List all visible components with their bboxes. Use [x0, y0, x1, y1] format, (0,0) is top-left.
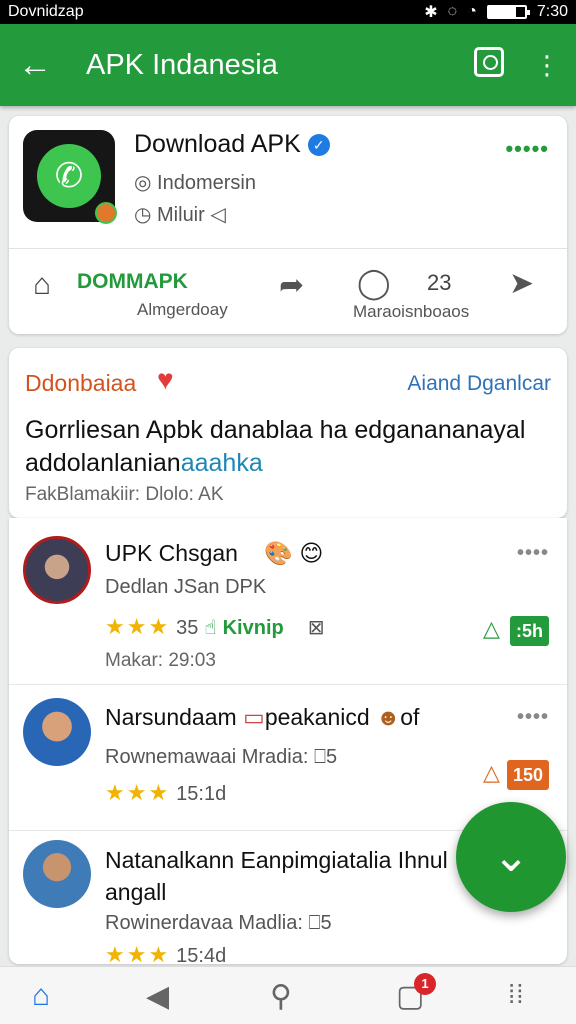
avatar[interactable] — [23, 698, 91, 766]
comment-time: Makar: 29:03 — [105, 650, 216, 671]
vibrate-icon: ◌ — [447, 3, 458, 20]
post-body-link[interactable]: aaahka — [181, 449, 263, 477]
profile-name: Download APK ✓ — [134, 130, 330, 159]
comment-suffix: of — [400, 704, 420, 730]
bluetooth-icon: ✱ — [424, 4, 438, 21]
profile-location: ◎ Indomersin — [134, 172, 256, 194]
face-icon: ☻ — [376, 704, 401, 730]
battery-icon — [486, 5, 530, 19]
comment-icon[interactable]: ◯ — [357, 266, 391, 301]
post-footer: FakBlamakiir: Dlolo: AK — [25, 484, 224, 505]
profile-actions: ⌂ DOMMAPK Almgerdoay ➦ ◯ 23 Maraoisnboao… — [9, 256, 567, 326]
comment-subtitle: Rowinerdavaa Madlia: ⎕5 — [105, 912, 332, 935]
comment-emoji-text: peakanicd — [264, 704, 370, 730]
notification-badge: 1 — [414, 973, 436, 995]
like-icon[interactable]: ☝ — [204, 617, 216, 639]
rating-count: 15:1d — [176, 783, 227, 805]
comment-tag: 150 — [506, 760, 549, 790]
profile-card: ✆ Download APK ✓ ◎ Indomersin ◷ Miluir ◁… — [9, 116, 567, 334]
comment-author-text: Narsundaam — [105, 704, 237, 730]
profile-meta: ◷ Miluir ◁ — [134, 204, 226, 226]
back-triangle-icon[interactable]: ◀ — [146, 979, 169, 1014]
location-text: Indomersin — [157, 172, 256, 194]
status-icons: ✱ ◌ ◔ 7:30 — [424, 2, 568, 22]
comment-count: 23 — [427, 270, 452, 295]
comment-author: UPK Chsgan 🎨 😊 — [105, 540, 323, 567]
send-icon[interactable]: ➤ — [509, 266, 534, 301]
comment-tag-label: Kivnip — [222, 617, 284, 639]
image-icon: ⊠ — [307, 617, 325, 639]
chevron-down-icon: ⌄ — [492, 832, 530, 881]
comment-more-button[interactable]: •••• — [517, 706, 549, 729]
download-sublabel: Almgerdoay — [137, 300, 228, 319]
post-body: Gorrliesan Apbk danablaa ha edganananaya… — [25, 414, 555, 480]
avatar[interactable] — [23, 840, 91, 908]
comment-more-button[interactable]: •••• — [517, 542, 549, 565]
comment-sublabel: Maraoisnboaos — [353, 302, 470, 321]
status-bar: Dovnidzap ✱ ◌ ◔ 7:30 — [0, 0, 576, 24]
comment-subtitle: Dedlan JSan DPK — [105, 576, 267, 598]
profile-more-button[interactable]: ••••• — [505, 136, 549, 162]
stars-text: ★★★ — [105, 614, 171, 639]
search-nav-icon[interactable]: ⚲ — [270, 979, 292, 1014]
stars-text: ★★★ — [105, 942, 171, 964]
post-body-text: Gorrliesan Apbk danablaa ha edganananaya… — [25, 416, 526, 477]
home-outline-icon[interactable]: ⌂ — [33, 268, 51, 302]
comment-subtitle-text: Rownemawaai Mradia: — [105, 746, 309, 768]
wifi-icon: ◔ — [467, 3, 477, 20]
rating-stars: ★★★ 15:1d — [105, 780, 226, 806]
emoji-icon: 🎨 😊 — [264, 540, 324, 566]
copy-icon: ⎕ — [308, 912, 321, 934]
copy-icon: ⎕ — [313, 746, 326, 768]
bottom-nav: ⌂ ◀ ⚲ ▢ 1 ⁞⁞ — [0, 966, 576, 1024]
rating-stars: ★★★ 15:4d — [105, 942, 226, 964]
comment-subtitle-text: Rowinerdavaa Madlia: — [105, 912, 303, 934]
meta-text: Miluir — [157, 204, 205, 226]
search-icon — [474, 46, 504, 77]
comment-sub-count: 5 — [325, 746, 338, 768]
back-arrow-icon[interactable]: ← — [0, 24, 70, 106]
comment-tag: :5h — [510, 616, 549, 646]
status-time: 7:30 — [536, 3, 568, 20]
stars-text: ★★★ — [105, 780, 171, 805]
phone-icon: ✆ — [37, 144, 101, 208]
follow-button[interactable]: Aiand Dganlcar — [407, 372, 551, 396]
home-icon[interactable]: ⌂ — [32, 979, 50, 1013]
page-title: APK Indanesia — [86, 48, 278, 81]
app-logo[interactable]: ✆ — [23, 130, 117, 224]
comment-sub-count: 5 — [320, 912, 332, 934]
app-bar: ← APK Indanesia ⋮ — [0, 24, 576, 106]
verified-icon: ✓ — [307, 134, 330, 156]
search-button[interactable] — [460, 46, 518, 84]
divider — [9, 248, 567, 249]
profile-name-text: Download APK — [134, 130, 301, 158]
avatar[interactable] — [23, 536, 91, 604]
rating-count: 35 — [176, 617, 199, 639]
share-icon[interactable]: ➦ — [279, 268, 304, 303]
list-item[interactable]: UPK Chsgan 🎨 😊 Dedlan JSan DPK •••• ★★★ 3… — [9, 518, 567, 684]
comment-author: Natanalkann Eanpimgiatalia Ihnul angall — [105, 847, 448, 905]
comment-author: Narsundaam ▭peakanicd ☻of — [105, 704, 419, 731]
rating-stars: ★★★ 35 ☝ Kivnip ⊠ — [105, 614, 325, 640]
heart-icon[interactable]: ♥ — [157, 364, 174, 396]
badge-icon — [95, 202, 117, 224]
fab-button[interactable]: ⌄ — [456, 802, 566, 912]
comment-author-text: UPK Chsgan — [105, 540, 238, 566]
rating-count: 15:4d — [176, 945, 227, 964]
warning-icon: △ — [483, 760, 500, 785]
more-vert-icon[interactable]: ⋮ — [518, 50, 576, 81]
download-button[interactable]: DOMMAPK — [77, 270, 188, 294]
status-left-text: Dovnidzap — [8, 3, 84, 20]
post-author[interactable]: Ddonbaiaa — [25, 370, 136, 397]
grid-menu-icon[interactable]: ⁞⁞ — [508, 979, 524, 1010]
comment-subtitle: Rownemawaai Mradia: ⎕5 — [105, 746, 337, 769]
post-card: Ddonbaiaa ♥ Aiand Dganlcar Gorrliesan Ap… — [9, 348, 567, 518]
emoji-icon: ▭ — [243, 704, 265, 730]
warning-icon: △ — [483, 616, 500, 641]
